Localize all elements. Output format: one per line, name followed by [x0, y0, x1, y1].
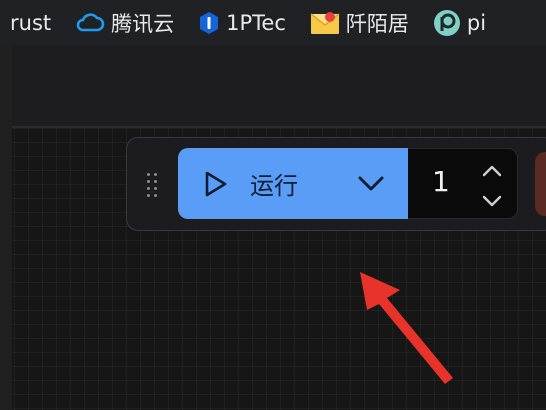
- bookmark-1ptec[interactable]: 1PTec: [198, 0, 286, 46]
- chevron-down-icon: [356, 171, 386, 199]
- chevron-up-icon[interactable]: [480, 161, 504, 181]
- app-header: [0, 46, 546, 126]
- bookmark-label: pi: [466, 11, 487, 35]
- run-button-group: 运行: [178, 148, 408, 219]
- run-options-button[interactable]: [338, 148, 408, 219]
- bookmark-qianmoju[interactable]: 阡陌居: [310, 0, 409, 46]
- envelope-icon: [310, 11, 340, 35]
- drag-handle[interactable]: [147, 173, 161, 197]
- shield-icon: [198, 11, 220, 35]
- red-arrow-annotation: [355, 268, 465, 392]
- bookmark-label: 1PTec: [226, 11, 286, 35]
- run-count-value[interactable]: 1: [432, 165, 450, 198]
- p-logo-icon: [433, 9, 461, 37]
- run-count-stepper[interactable]: 1: [408, 148, 518, 219]
- bookmark-rust[interactable]: rust: [10, 0, 51, 46]
- bookmark-label: 阡陌居: [345, 12, 409, 36]
- run-toolbar: 运行 1: [126, 137, 546, 231]
- bookmark-label: rust: [10, 11, 52, 35]
- bookmark-label: 腾讯云: [111, 12, 175, 36]
- bookmarks-bar: rust 腾讯云 1PTec 阡陌居 pi: [0, 0, 546, 46]
- run-button[interactable]: 运行: [178, 148, 338, 219]
- stop-button[interactable]: [535, 152, 546, 216]
- left-panel-edge: [0, 46, 12, 410]
- run-label: 运行: [250, 172, 298, 200]
- play-icon: [203, 170, 229, 202]
- chevron-down-small-icon[interactable]: [480, 191, 504, 211]
- bookmark-tencent-cloud[interactable]: 腾讯云: [75, 0, 174, 46]
- bookmark-pi[interactable]: pi: [433, 0, 486, 46]
- cloud-icon: [75, 13, 105, 33]
